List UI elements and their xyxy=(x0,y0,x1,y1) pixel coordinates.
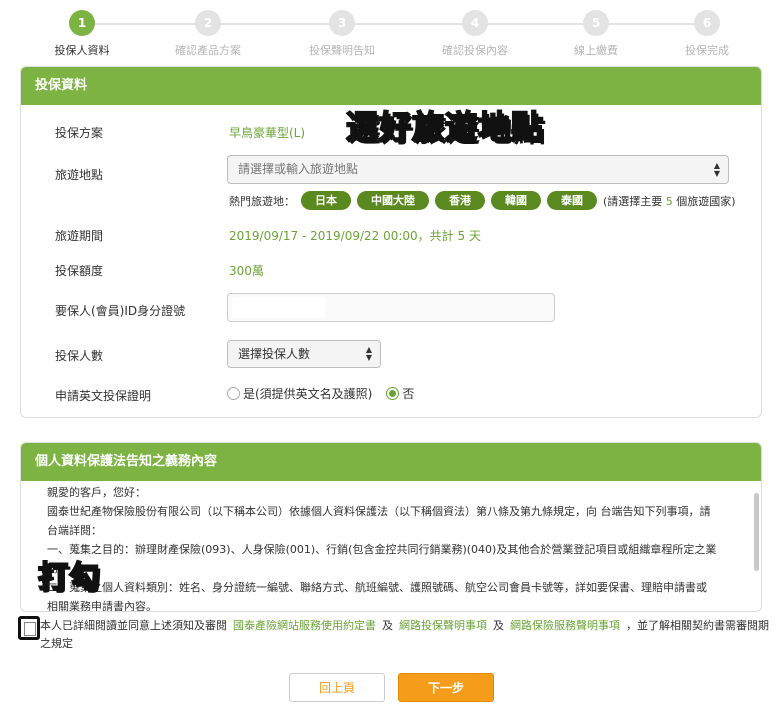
tick-annotation: 打勾 xyxy=(37,559,100,596)
link-terms-of-use[interactable]: 國泰產險網站服務使用約定書 xyxy=(233,619,376,632)
id-masked-value xyxy=(232,297,326,318)
hot-destination-thailand[interactable]: 泰國 xyxy=(547,191,597,210)
link-service-statement[interactable]: 網路保險服務聲明事項 xyxy=(510,619,620,632)
step-circle: 1 xyxy=(69,10,95,36)
step-label: 投保聲明告知 xyxy=(309,44,375,57)
destination-placeholder: 請選擇或輸入旅遊地點 xyxy=(238,162,359,176)
step-2: 2 確認產品方案 xyxy=(148,10,268,58)
cert-label: 申請英文投保證明 xyxy=(55,389,152,403)
hot-destinations-label: 熱門旅遊地： xyxy=(229,194,295,208)
cert-no-label: 否 xyxy=(402,387,415,401)
updown-arrow-icon: ▲ ▼ xyxy=(365,345,372,362)
insured-count-select[interactable]: 選擇投保人數 ▲ ▼ xyxy=(227,340,381,368)
destination-label: 旅遊地點 xyxy=(55,168,104,182)
amount-value: 300萬 xyxy=(229,264,264,278)
hot-destinations: 熱門旅遊地： 日本 中國大陸 香港 韓國 泰國 (請選擇主要 5 個旅遊國家) xyxy=(229,191,736,210)
step-label: 線上繳費 xyxy=(574,44,618,57)
back-button[interactable]: 回上頁 xyxy=(289,673,385,702)
cert-yes-label: 是(須提供英文名及護照) xyxy=(243,387,373,401)
choose-destination-annotation: 選好旅遊地點 xyxy=(345,107,545,147)
insured-count-placeholder: 選擇投保人數 xyxy=(238,347,311,361)
notice-line: 相關業務申請書內容。 xyxy=(47,600,157,611)
step-label: 確認投保內容 xyxy=(442,44,508,57)
notice-line: 一、蒐集之目的：辦理財產保險(093)、人身保險(001)、行銷(包含金控共同行… xyxy=(47,543,717,556)
agreement-text: 本人已詳細閱讀並同意上述須知及審閱 國泰產險網站服務使用約定書及網路投保聲明事項及… xyxy=(40,619,769,650)
step-circle: 5 xyxy=(583,10,609,36)
notice-line: 務。 xyxy=(47,562,69,575)
cert-yes-radio[interactable] xyxy=(227,387,240,400)
privacy-notice-panel: 個人資料保護法告知之義務內容 親愛的客戶，您好： 國泰世紀產物保險股份有限公司（… xyxy=(20,442,762,612)
cert-radio-group: 是(須提供英文名及護照) 否 xyxy=(227,385,414,402)
period-value: 2019/09/17 - 2019/09/22 00:00，共計 5 天 xyxy=(229,229,481,243)
step-circle: 4 xyxy=(462,10,488,36)
hot-destination-hongkong[interactable]: 香港 xyxy=(435,191,485,210)
hot-destination-korea[interactable]: 韓國 xyxy=(491,191,541,210)
updown-arrow-icon: ▲ ▼ xyxy=(713,160,720,178)
next-button[interactable]: 下一步 xyxy=(398,673,494,702)
period-label: 旅遊期間 xyxy=(55,229,104,243)
hot-destination-china[interactable]: 中國大陸 xyxy=(357,191,429,210)
hot-destinations-note: (請選擇主要 5 個旅遊國家) xyxy=(603,194,736,208)
step-5: 5 線上繳費 xyxy=(536,10,656,58)
id-label: 要保人(會員)ID身分證號 xyxy=(55,304,186,318)
id-number-input[interactable] xyxy=(227,293,555,322)
panel-title: 投保資料 xyxy=(21,67,761,105)
plan-label: 投保方案 xyxy=(55,126,104,140)
notice-line: 台端詳閱： xyxy=(47,524,102,537)
hot-destination-japan[interactable]: 日本 xyxy=(301,191,351,210)
notice-line: 親愛的客戶，您好： xyxy=(47,486,146,499)
agree-checkbox[interactable] xyxy=(18,616,40,640)
link-online-declaration[interactable]: 網路投保聲明事項 xyxy=(399,619,487,632)
step-1: 1 投保人資料 xyxy=(22,10,142,58)
step-label: 投保人資料 xyxy=(54,44,110,57)
amount-label: 投保額度 xyxy=(55,264,104,278)
cert-no-radio[interactable] xyxy=(386,387,400,400)
step-label: 投保完成 xyxy=(685,44,729,57)
step-4: 4 確認投保內容 xyxy=(415,10,535,58)
notice-line: 二、蒐集之個人資料類別：姓名、身分證統一編號、聯絡方式、航班編號、護照號碼、航空… xyxy=(47,581,707,594)
step-circle: 3 xyxy=(329,10,355,36)
notice-scrollbar[interactable] xyxy=(754,493,759,571)
step-circle: 6 xyxy=(694,10,720,36)
step-circle: 2 xyxy=(195,10,221,36)
step-3: 3 投保聲明告知 xyxy=(282,10,402,58)
count-label: 投保人數 xyxy=(55,349,104,363)
step-6: 6 投保完成 xyxy=(647,10,767,58)
notice-line: 國泰世紀產物保險股份有限公司（以下稱本公司）依據個人資料保護法（以下稱個資法）第… xyxy=(47,505,711,518)
notice-content[interactable]: 親愛的客戶，您好： 國泰世紀產物保險股份有限公司（以下稱本公司）依據個人資料保護… xyxy=(47,483,747,611)
step-label: 確認產品方案 xyxy=(175,44,241,57)
notice-title: 個人資料保護法告知之義務內容 xyxy=(21,443,761,481)
progress-stepper: 1 投保人資料 2 確認產品方案 3 投保聲明告知 4 確認投保內容 5 線上繳… xyxy=(0,10,780,60)
plan-value: 早鳥豪華型(L) xyxy=(229,126,306,140)
destination-select[interactable]: 請選擇或輸入旅遊地點 ▲ ▼ xyxy=(227,155,729,184)
